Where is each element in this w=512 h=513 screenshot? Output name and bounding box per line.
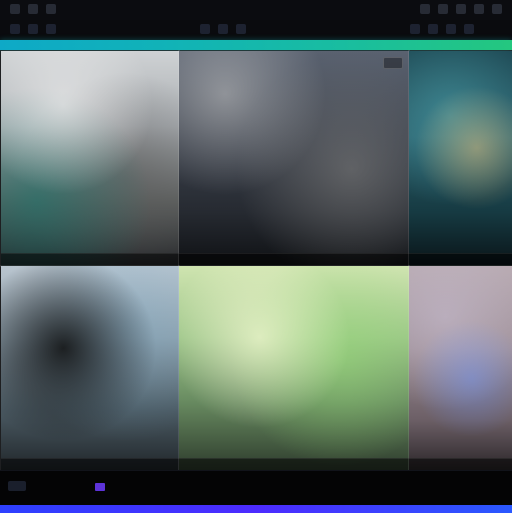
secondary-icon[interactable] bbox=[218, 24, 228, 34]
image-tile[interactable] bbox=[178, 265, 410, 472]
image-tile[interactable] bbox=[178, 50, 410, 267]
bottom-indicator bbox=[95, 483, 105, 491]
secondary-icon[interactable] bbox=[446, 24, 456, 34]
top-toolbar bbox=[0, 0, 512, 21]
secondary-toolbar bbox=[0, 20, 512, 40]
secondary-icon[interactable] bbox=[410, 24, 420, 34]
accent-bar bbox=[0, 40, 512, 50]
secondary-icon[interactable] bbox=[236, 24, 246, 34]
toolbar-icon[interactable] bbox=[456, 4, 466, 14]
tile-image bbox=[1, 51, 179, 266]
secondary-icon[interactable] bbox=[464, 24, 474, 34]
secondary-icon[interactable] bbox=[28, 24, 38, 34]
tile-image bbox=[179, 266, 409, 471]
toolbar-icon[interactable] bbox=[474, 4, 484, 14]
image-tile[interactable] bbox=[0, 265, 180, 472]
tile-image bbox=[409, 266, 512, 471]
image-tile[interactable] bbox=[408, 265, 512, 472]
tile-image bbox=[1, 266, 179, 471]
toolbar-icon[interactable] bbox=[28, 4, 38, 14]
image-grid bbox=[0, 50, 512, 472]
tile-overlay-chip bbox=[383, 57, 403, 69]
tile-image bbox=[409, 51, 512, 266]
secondary-icon[interactable] bbox=[200, 24, 210, 34]
image-tile[interactable] bbox=[0, 50, 180, 267]
bottom-left-control[interactable] bbox=[8, 481, 26, 491]
tile-image bbox=[179, 51, 409, 266]
secondary-icon[interactable] bbox=[46, 24, 56, 34]
secondary-icon[interactable] bbox=[10, 24, 20, 34]
toolbar-icon[interactable] bbox=[46, 4, 56, 14]
toolbar-icon[interactable] bbox=[492, 4, 502, 14]
bottom-bar bbox=[0, 470, 512, 513]
toolbar-icon[interactable] bbox=[438, 4, 448, 14]
secondary-icon[interactable] bbox=[428, 24, 438, 34]
toolbar-icon[interactable] bbox=[10, 4, 20, 14]
image-tile[interactable] bbox=[408, 50, 512, 267]
toolbar-icon[interactable] bbox=[420, 4, 430, 14]
